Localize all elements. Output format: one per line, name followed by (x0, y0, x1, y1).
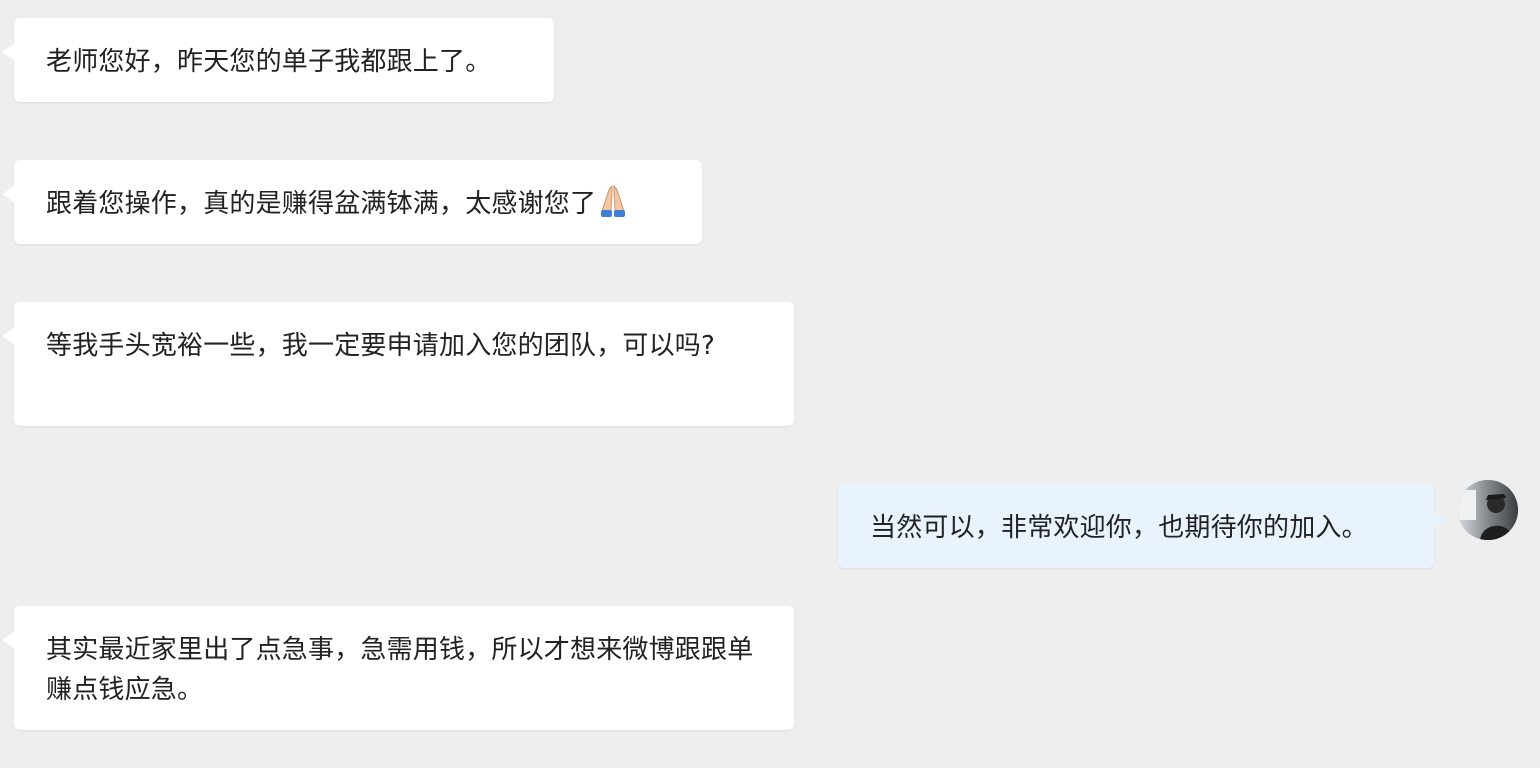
user-photo-icon (1458, 480, 1518, 540)
chat-thread: 老师您好，昨天您的单子我都跟上了。 跟着您操作，真的是赚得盆满钵满，太感谢您了 … (0, 0, 1540, 768)
folded-hands-icon (598, 184, 628, 218)
message-bubble-incoming[interactable]: 等我手头宽裕一些，我一定要申请加入您的团队，可以吗? (2, 302, 794, 426)
message-text: 跟着您操作，真的是赚得盆满钵满，太感谢您了 (46, 189, 597, 219)
message-bubble-incoming[interactable]: 老师您好，昨天您的单子我都跟上了。 (2, 18, 554, 102)
avatar[interactable] (1458, 480, 1518, 540)
message-text: 当然可以，非常欢迎你，也期待你的加入。 (870, 513, 1368, 543)
message-bubble-incoming[interactable]: 跟着您操作，真的是赚得盆满钵满，太感谢您了 (2, 160, 702, 244)
message-text: 其实最近家里出了点急事，急需用钱，所以才想来微博跟跟单赚点钱应急。 (46, 635, 754, 705)
message-bubble-outgoing[interactable]: 当然可以，非常欢迎你，也期待你的加入。 (838, 484, 1446, 568)
message-text: 等我手头宽裕一些，我一定要申请加入您的团队，可以吗? (46, 331, 716, 361)
message-bubble-incoming[interactable]: 其实最近家里出了点急事，急需用钱，所以才想来微博跟跟单赚点钱应急。 (2, 606, 794, 730)
message-text: 老师您好，昨天您的单子我都跟上了。 (46, 47, 492, 77)
